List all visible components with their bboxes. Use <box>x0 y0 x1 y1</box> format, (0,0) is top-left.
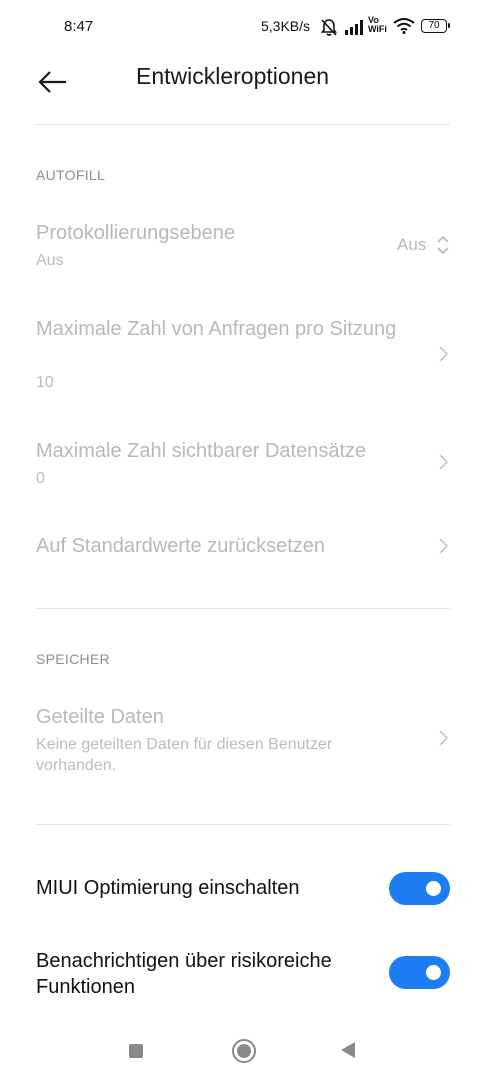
section-header-autofill: AUTOFILL <box>36 167 106 183</box>
chevron-right-icon <box>439 346 449 362</box>
setting-subtitle: 10 <box>36 374 54 391</box>
setting-max-requests[interactable]: Maximale Zahl von Anfragen pro Sitzung 1… <box>0 305 486 405</box>
toggle-knob <box>426 881 441 896</box>
setting-risky-functions[interactable]: Benachrichtigen über risikoreiche Funkti… <box>0 940 486 1010</box>
setting-subtitle: Keine geteilten Daten für diesen Benutze… <box>36 736 333 774</box>
chevron-right-icon <box>439 538 449 554</box>
setting-shared-data[interactable]: Geteilte Daten Keine geteilten Daten für… <box>0 695 486 795</box>
setting-subtitle: 0 <box>36 470 45 487</box>
app-bar: Entwickleroptionen <box>0 54 486 124</box>
up-down-icon <box>437 235 449 255</box>
network-speed: 5,3KB/s <box>261 18 311 34</box>
setting-title: Benachrichtigen über risikoreiche Funkti… <box>36 950 332 998</box>
setting-title: MIUI Optimierung einschalten <box>36 877 300 899</box>
wifi-icon <box>393 18 415 34</box>
setting-value: Aus <box>397 235 427 254</box>
status-bar: 8:47 5,3KB/s Vo WiFi 70 <box>0 0 486 54</box>
mute-icon <box>320 19 338 36</box>
risky-functions-toggle[interactable] <box>389 956 450 989</box>
setting-title: Geteilte Daten <box>36 706 164 728</box>
setting-log-level[interactable]: Protokollierungsebene Aus Aus <box>0 210 486 290</box>
chevron-right-icon <box>439 454 449 470</box>
page-title: Entwickleroptionen <box>136 63 330 89</box>
back-arrow-icon[interactable] <box>30 60 74 104</box>
setting-reset-defaults[interactable]: Auf Standardwerte zurücksetzen <box>0 520 486 580</box>
nav-home-icon[interactable] <box>232 1039 256 1063</box>
vowifi-indicator: Vo WiFi <box>368 16 387 34</box>
divider <box>36 824 450 825</box>
nav-recents-icon[interactable] <box>129 1044 143 1058</box>
toggle-knob <box>426 965 441 980</box>
battery-icon: 70 <box>421 19 450 33</box>
setting-title: Maximale Zahl sichtbarer Datensätze <box>36 440 367 462</box>
signal-icon <box>345 20 363 35</box>
setting-title: Auf Standardwerte zurücksetzen <box>36 535 326 557</box>
miui-optimization-toggle[interactable] <box>389 872 450 905</box>
status-time: 8:47 <box>64 18 94 35</box>
navigation-bar <box>0 1020 486 1080</box>
divider <box>36 608 450 609</box>
vowifi-bottom-label: WiFi <box>368 24 387 34</box>
nav-back-icon[interactable] <box>341 1042 355 1058</box>
setting-max-visible[interactable]: Maximale Zahl sichtbarer Datensätze 0 <box>0 425 486 505</box>
chevron-right-icon <box>439 730 449 746</box>
divider <box>36 124 450 125</box>
section-header-storage: SPEICHER <box>36 651 110 667</box>
setting-miui-optimization[interactable]: MIUI Optimierung einschalten <box>0 860 486 916</box>
setting-title: Maximale Zahl von Anfragen pro Sitzung <box>36 318 397 340</box>
setting-title: Protokollierungsebene <box>36 222 236 244</box>
setting-subtitle: Aus <box>36 252 64 269</box>
